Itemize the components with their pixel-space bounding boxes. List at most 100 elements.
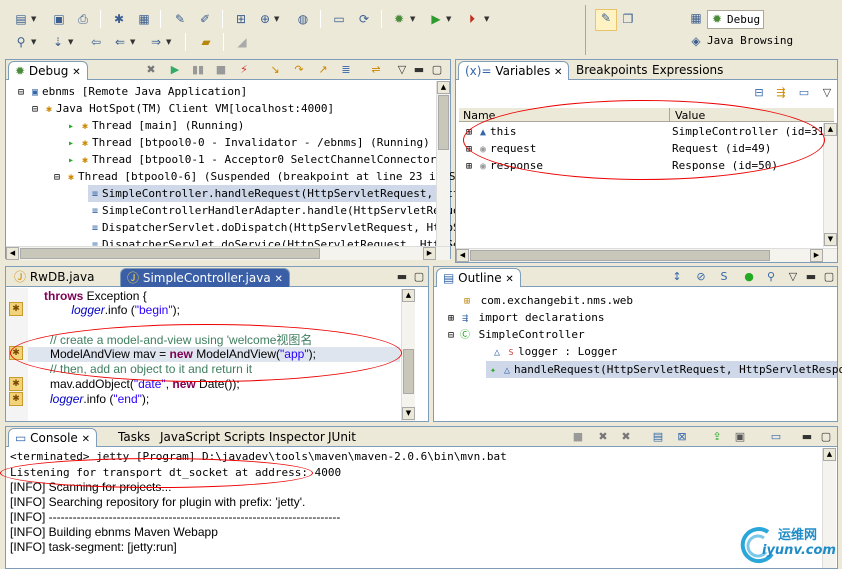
- minimize-icon[interactable]: ▬: [412, 63, 426, 77]
- close-icon[interactable]: ✕: [82, 434, 90, 445]
- open-perspective-icon[interactable]: ✎: [595, 9, 617, 31]
- close-icon[interactable]: ✕: [275, 274, 283, 285]
- vertical-scrollbar[interactable]: ▲: [436, 81, 450, 246]
- next-annotation-dropdown-icon[interactable]: ▼: [68, 38, 73, 46]
- breakpoint-marker-icon[interactable]: ✱: [9, 346, 23, 360]
- view-menu-icon[interactable]: ▽: [395, 63, 409, 77]
- new-java-project-icon[interactable]: ✎: [172, 11, 188, 27]
- refresh-icon[interactable]: ⟳: [356, 11, 372, 27]
- clear-console-icon[interactable]: ▤: [651, 430, 665, 444]
- tree-row[interactable]: ⊟ ✱ Java HotSpot(TM) Client VM[localhost:4…: [28, 100, 334, 117]
- horizontal-scrollbar[interactable]: ◀ ▶: [456, 248, 837, 262]
- open-folder-icon[interactable]: ▭: [331, 11, 347, 27]
- external-tools-icon[interactable]: ⏵: [464, 11, 480, 27]
- view-menu-icon[interactable]: ▽: [786, 270, 800, 284]
- web-browser-icon[interactable]: ◍: [295, 11, 311, 27]
- scroll-left-icon[interactable]: ◀: [456, 249, 469, 262]
- tree-row[interactable]: ⊞ com.exchangebit.nms.web: [460, 292, 633, 309]
- close-icon[interactable]: ✕: [72, 67, 80, 78]
- horizontal-scrollbar[interactable]: ◀ ▶: [6, 246, 450, 260]
- remove-launch-icon[interactable]: ✖: [596, 430, 610, 444]
- scroll-up-icon[interactable]: ▲: [437, 81, 450, 94]
- breakpoint-marker-icon[interactable]: ✱: [9, 302, 23, 316]
- tab-simplecontroller[interactable]: Ⓙ SimpleController.java ✕: [120, 268, 290, 287]
- tab-tasks[interactable]: Tasks: [112, 428, 156, 447]
- new-package-icon[interactable]: ✐: [197, 11, 213, 27]
- build-icon[interactable]: ▦: [136, 11, 152, 27]
- column-header-name[interactable]: Name: [463, 109, 495, 122]
- minimize-icon[interactable]: ▬: [395, 270, 409, 284]
- back-dropdown-icon[interactable]: ▼: [130, 38, 135, 46]
- maximize-icon[interactable]: ▢: [822, 270, 836, 284]
- step-into-icon[interactable]: ↘: [268, 63, 282, 77]
- forward-dropdown-icon[interactable]: ▼: [166, 38, 171, 46]
- pin-editor-icon[interactable]: ◢: [234, 34, 250, 50]
- open-console-icon[interactable]: ▭: [769, 430, 783, 444]
- tree-row[interactable]: △ Slogger : Logger: [490, 343, 617, 360]
- suspend-icon[interactable]: ▮▮: [191, 63, 205, 77]
- new-class-dropdown-icon[interactable]: ▼: [274, 15, 279, 23]
- forward-icon[interactable]: ⇒: [148, 34, 164, 50]
- tree-row[interactable]: ▸ ✱ Thread [btpool0-1 - Acceptor0 SelectCh…: [64, 151, 476, 168]
- drop-to-frame-icon[interactable]: ≣: [339, 63, 353, 77]
- scroll-lock-icon[interactable]: ⊠: [675, 430, 689, 444]
- remove-terminated-icon[interactable]: ✖: [144, 63, 158, 77]
- hide-local-types-icon[interactable]: ⚲: [764, 270, 778, 284]
- external-tools-dropdown-icon[interactable]: ▼: [484, 15, 489, 23]
- show-logical-structure-icon[interactable]: ⇶: [774, 86, 788, 100]
- minimize-icon[interactable]: ▬: [804, 270, 818, 284]
- maximize-icon[interactable]: ▢: [412, 270, 426, 284]
- terminate-icon[interactable]: ■: [571, 430, 585, 444]
- table-row[interactable]: ⊞ ▲ this SimpleController (id=31): [462, 123, 831, 140]
- disconnect-icon[interactable]: ⚡: [237, 63, 251, 77]
- remove-all-terminated-icon[interactable]: ✖: [619, 430, 633, 444]
- stack-frame-row[interactable]: ≡ DispatcherServlet.doService(HttpServlet…: [88, 236, 460, 246]
- tab-console[interactable]: ▭ Console ✕: [8, 428, 98, 447]
- new-class-icon[interactable]: ⊕: [257, 11, 273, 27]
- tree-row[interactable]: ⊞ ⇶ import declarations: [444, 309, 604, 326]
- resume-icon[interactable]: ▶: [168, 63, 182, 77]
- tab-junit[interactable]: JUnit: [322, 428, 362, 447]
- scroll-up-icon[interactable]: ▲: [823, 448, 836, 461]
- column-header-value[interactable]: Value: [675, 109, 705, 122]
- show-view-icon[interactable]: ❐: [620, 11, 636, 27]
- stack-frame-row[interactable]: ≡ SimpleController.handleRequest(HttpServ…: [88, 185, 466, 202]
- table-row[interactable]: ⊞ ◉ request Request (id=49): [462, 140, 818, 157]
- breakpoint-marker-icon[interactable]: ✱: [9, 377, 23, 391]
- tree-row[interactable]: ▸ ✱ Thread [main] (Running): [64, 117, 244, 134]
- minimize-icon[interactable]: ▬: [800, 430, 814, 444]
- tab-breakpoints[interactable]: Breakpoints: [570, 61, 653, 80]
- view-menu-icon[interactable]: ▽: [820, 86, 834, 100]
- pin-console-icon[interactable]: ⇪: [710, 430, 724, 444]
- scroll-thumb[interactable]: [403, 349, 414, 394]
- back-icon[interactable]: ⇐: [112, 34, 128, 50]
- open-type-icon[interactable]: ⊞: [233, 11, 249, 27]
- close-icon[interactable]: ✕: [554, 67, 562, 78]
- search-icon[interactable]: ⚲: [13, 34, 29, 50]
- vertical-scrollbar[interactable]: ▲ ▼: [401, 289, 415, 421]
- perspective-debug[interactable]: ✹ Debug: [707, 10, 765, 29]
- tree-row[interactable]: ⊟ ✱ Thread [btpool0-6] (Suspended (breakpo…: [50, 168, 462, 185]
- tree-row[interactable]: ⊟ Ⓒ SimpleController: [444, 326, 585, 343]
- use-step-filters-icon[interactable]: ⇌: [369, 63, 383, 77]
- close-icon[interactable]: ✕: [505, 274, 513, 285]
- tab-expressions[interactable]: Expressions: [646, 61, 729, 80]
- table-row[interactable]: ⊞ ◉ response Response (id=50): [462, 157, 818, 174]
- hide-static-icon[interactable]: S: [717, 270, 731, 284]
- maximize-icon[interactable]: ▢: [430, 63, 444, 77]
- tab-rwdb[interactable]: Ⓙ RwDB.java: [8, 268, 100, 287]
- scroll-right-icon[interactable]: ▶: [810, 249, 823, 262]
- debug-config-icon[interactable]: ✱: [111, 11, 127, 27]
- hide-nonpublic-icon[interactable]: ●: [742, 270, 756, 284]
- step-over-icon[interactable]: ↷: [292, 63, 306, 77]
- scroll-down-icon[interactable]: ▼: [402, 407, 415, 420]
- vertical-scrollbar[interactable]: ▲ ▼: [823, 123, 837, 247]
- scroll-down-icon[interactable]: ▼: [824, 233, 837, 246]
- display-selected-console-icon[interactable]: ▣: [733, 430, 747, 444]
- scroll-left-icon[interactable]: ◀: [6, 247, 19, 260]
- tab-debug[interactable]: ✹ Debug ✕: [8, 61, 88, 80]
- next-annotation-icon[interactable]: ⇣: [50, 34, 66, 50]
- scroll-thumb[interactable]: [20, 248, 320, 259]
- hide-fields-icon[interactable]: ⊘: [694, 270, 708, 284]
- stack-frame-row[interactable]: ≡ SimpleControllerHandlerAdapter.handle(H…: [88, 202, 466, 219]
